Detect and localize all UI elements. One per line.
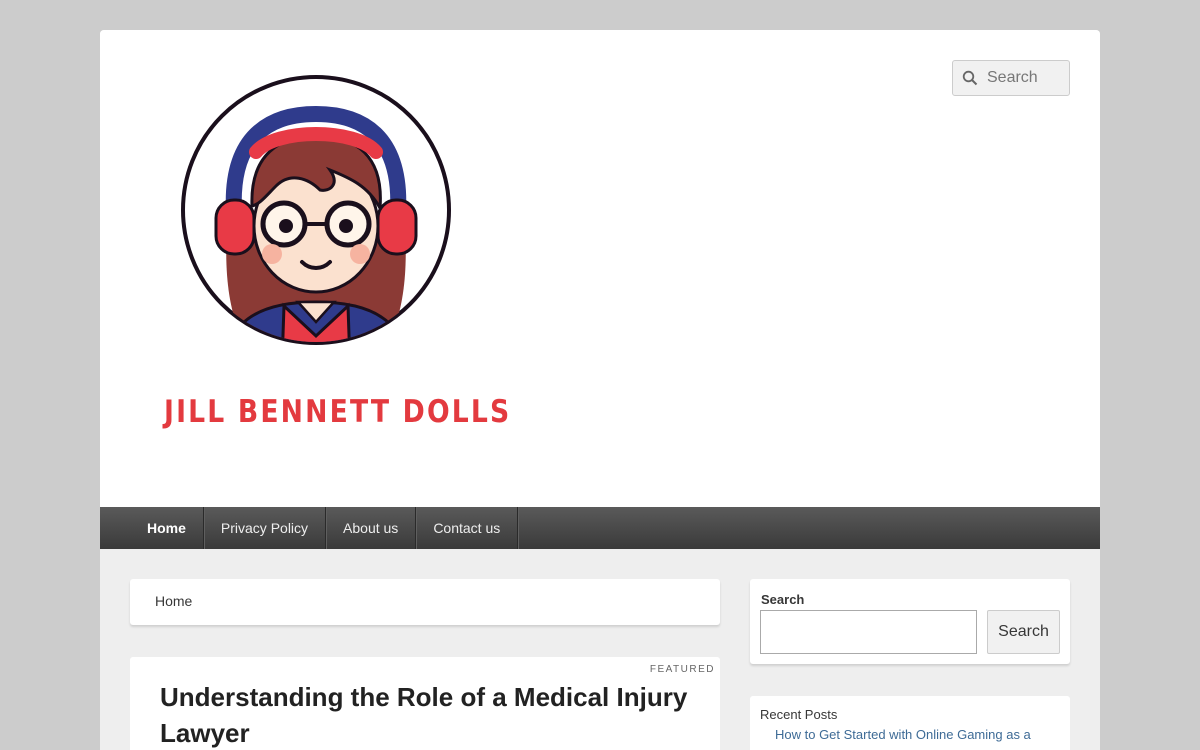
nav-item-about-us[interactable]: About us bbox=[326, 507, 417, 549]
post-title[interactable]: Understanding the Role of a Medical Inju… bbox=[160, 679, 700, 750]
sidebar-search-widget: Search Search bbox=[750, 579, 1070, 664]
main-navigation: Home Privacy Policy About us Contact us bbox=[100, 507, 1100, 549]
featured-badge: FEATURED bbox=[649, 664, 715, 675]
sidebar-search-label: Search bbox=[761, 592, 805, 607]
featured-post: FEATURED Understanding the Role of a Med… bbox=[130, 657, 720, 750]
breadcrumb: Home bbox=[130, 579, 720, 625]
sidebar-search-button[interactable]: Search bbox=[987, 610, 1060, 654]
site-header: Search JILL BENNETT DOLLS bbox=[100, 30, 1100, 507]
page: Search JILL BENNETT DOLLS Home Privacy P… bbox=[100, 30, 1100, 750]
site-title[interactable]: JILL BENNETT DOLLS bbox=[164, 394, 511, 430]
header-search[interactable]: Search bbox=[952, 60, 1070, 96]
search-icon bbox=[953, 61, 987, 95]
nav-item-contact-us[interactable]: Contact us bbox=[416, 507, 519, 549]
recent-posts-label: Recent Posts bbox=[760, 707, 838, 722]
nav-item-privacy-policy[interactable]: Privacy Policy bbox=[204, 507, 327, 549]
recent-posts-widget: Recent Posts How to Get Started with Onl… bbox=[750, 696, 1070, 750]
site-logo[interactable] bbox=[180, 74, 452, 346]
nav-item-home[interactable]: Home bbox=[130, 507, 204, 549]
search-input[interactable]: Search bbox=[987, 69, 1038, 87]
sidebar-search-input[interactable] bbox=[760, 610, 977, 654]
breadcrumb-home[interactable]: Home bbox=[155, 593, 192, 609]
